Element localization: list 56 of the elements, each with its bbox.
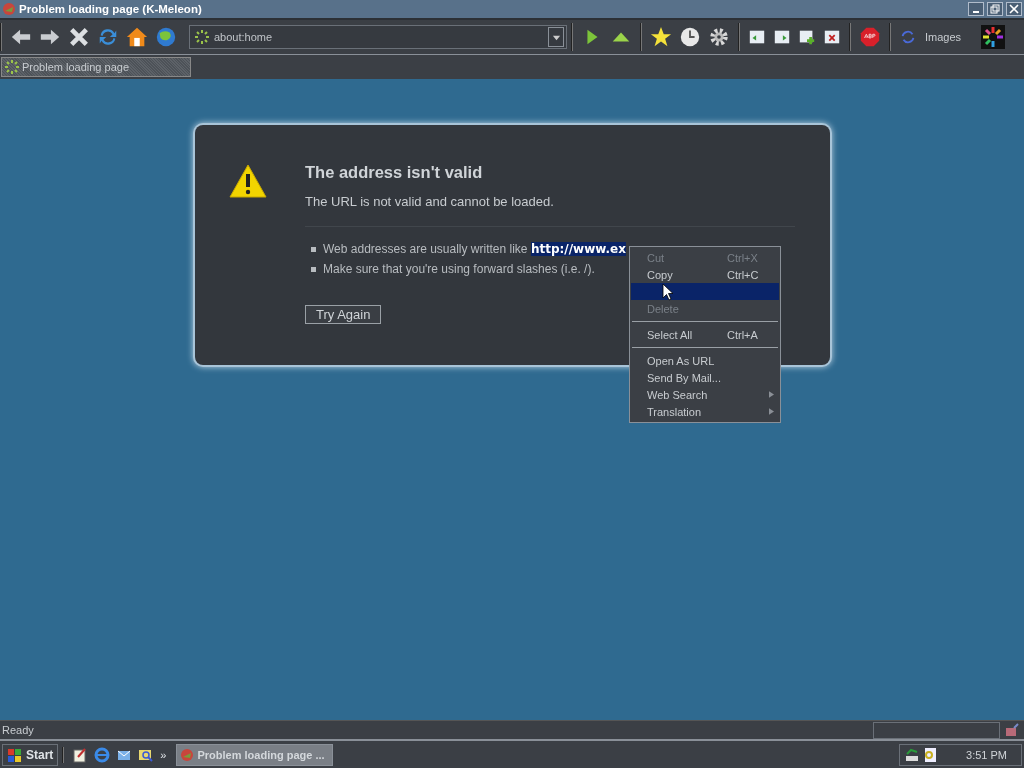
status-icon	[1004, 722, 1020, 738]
settings-icon[interactable]	[708, 26, 730, 48]
flag-icon	[7, 746, 23, 763]
warning-icon	[228, 163, 268, 199]
menu-item[interactable]: Translation	[630, 403, 780, 420]
menu-item[interactable]: Copy Ctrl+C	[630, 266, 780, 283]
browser-tab[interactable]: Problem loading page	[1, 57, 191, 77]
close-window-icon[interactable]	[823, 28, 841, 46]
menu-item[interactable]: Web Search	[630, 386, 780, 403]
hint-text: Web addresses are usually written like http://www.ex	[323, 242, 626, 256]
minimize-icon	[973, 11, 979, 13]
bullet-icon	[311, 266, 316, 272]
dropdown-button[interactable]	[548, 27, 564, 47]
reload-icon[interactable]	[97, 26, 119, 48]
menu-item[interactable]: Send By Mail...	[630, 369, 780, 386]
burst-logo-icon	[981, 25, 1006, 49]
window-right-icon[interactable]	[773, 28, 791, 46]
stop-icon[interactable]	[68, 26, 90, 48]
close-icon	[1009, 4, 1019, 14]
try-again-button[interactable]: Try Again	[305, 305, 382, 324]
globe-icon[interactable]	[155, 26, 177, 48]
clock-icon[interactable]	[679, 26, 701, 48]
app-icon	[2, 2, 16, 16]
restore-icon	[990, 4, 1000, 14]
window-left-icon[interactable]	[748, 28, 766, 46]
close-button[interactable]	[1006, 2, 1022, 16]
network-icon[interactable]	[904, 746, 921, 763]
error-title: The address isn't valid	[305, 163, 484, 182]
more-button[interactable]: »	[160, 748, 173, 761]
loading-icon	[194, 29, 210, 45]
home-icon[interactable]	[126, 26, 148, 48]
window-title: Problem loading page (K-Meleon)	[19, 3, 202, 15]
status-text: Ready	[1, 724, 34, 736]
bullet-icon	[311, 246, 316, 252]
clock: 3:51 PM	[966, 748, 1007, 761]
images-button[interactable]: Images	[923, 31, 972, 43]
menu-item[interactable]	[631, 283, 779, 300]
hint-text: Make sure that you're using forward slashes (i.e. /).	[323, 262, 595, 276]
restore-button[interactable]	[987, 2, 1003, 16]
adblock-icon[interactable]	[859, 26, 881, 48]
menu-item[interactable]: Open As URL	[630, 352, 780, 369]
address-field[interactable]: about:home	[189, 25, 567, 49]
browser-e-icon[interactable]	[94, 746, 111, 763]
minimize-button[interactable]	[968, 2, 984, 16]
notepad-icon[interactable]	[72, 746, 89, 763]
submenu-arrow-icon	[769, 391, 774, 398]
start-button[interactable]: Start	[2, 743, 59, 766]
refresh-icon	[899, 28, 917, 46]
menu-item[interactable]: Select All Ctrl+A	[630, 326, 780, 343]
star-icon[interactable]	[650, 26, 672, 48]
submenu-arrow-icon	[769, 408, 774, 415]
mouse-cursor-icon	[662, 283, 674, 301]
loading-icon	[4, 59, 20, 75]
error-message: The URL is not valid and cannot be loaded.	[305, 194, 555, 209]
new-window-icon[interactable]	[798, 28, 816, 46]
app-icon	[180, 747, 195, 762]
